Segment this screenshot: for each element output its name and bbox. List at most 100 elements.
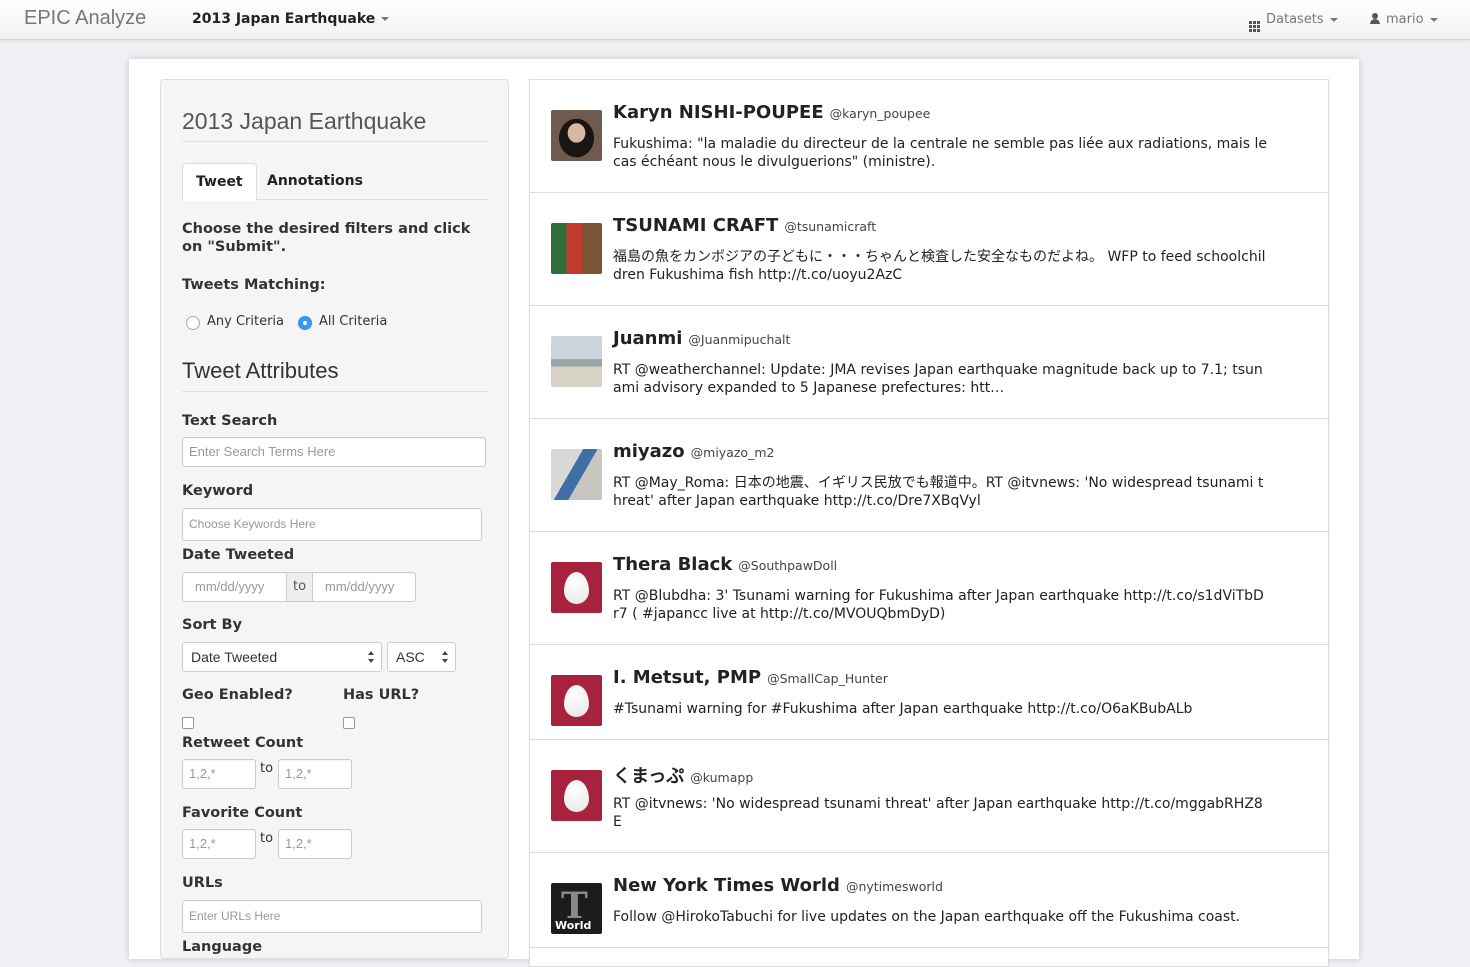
language-label: Language [182,939,263,955]
tweet-author-name: miyazo [613,441,685,462]
tweet-handle: @nytimesworld [845,879,943,894]
top-navbar: EPIC Analyze 2013 Japan Earthquake Datas… [0,0,1470,40]
tweet-list: Karyn NISHI-POUPEE @karyn_poupee Fukushim… [529,79,1329,967]
geo-enabled-label: Geo Enabled? [182,687,293,703]
sidebar-tabs: Tweet Annotations [182,163,488,201]
avatar-caption: World [555,919,592,932]
all-criteria-label: All Criteria [319,314,388,329]
tweet-card[interactable]: T World New York Times World @nytimesworl… [529,852,1329,948]
tweet-text: Follow @HirokoTabuchi for live updates o… [613,909,1241,925]
avatar [551,223,602,274]
chevron-down-icon [1329,17,1338,22]
tweet-card[interactable]: くまっぷ @kumapp RT @itvnews: 'No widespread … [529,739,1329,853]
tweet-text: #Tsunami warning for #Fukushima after Ja… [613,701,1193,717]
date-tweeted-label: Date Tweeted [182,547,295,563]
tweet-card[interactable]: Juanmi @Juanmipuchalt RT @weatherchannel:… [529,305,1329,419]
date-from-input[interactable]: mm/dd/yyyy [182,572,288,602]
text-search-input[interactable]: Enter Search Terms Here [182,437,486,467]
tweet-handle: @miyazo_m2 [690,445,775,460]
keyword-label: Keyword [182,483,254,499]
user-menu-label: mario [1386,12,1424,27]
grid-icon [1249,21,1260,32]
sort-field-select[interactable]: Date Tweeted [182,642,382,672]
tweet-card[interactable]: miyazo @miyazo_m2 RT @May_Roma: 日本の地震、イギリ… [529,418,1329,532]
tweet-author[interactable]: くまっぷ @kumapp [613,762,753,788]
tweet-author[interactable]: New York Times World @nytimesworld [613,875,943,896]
tweet-author-name: Juanmi [613,328,683,349]
tweet-text: 福島の魚をカンボジアの子どもに・・・ちゃんと検査した安全なものだよね。 WFP … [613,249,1266,283]
tweet-handle: @SmallCap_Hunter [767,671,888,686]
tweet-card[interactable]: TSUNAMI CRAFT @tsunamicraft 福島の魚をカンボジアの子ど… [529,192,1329,306]
chevron-down-icon [1429,17,1438,22]
dataset-dropdown[interactable]: 2013 Japan Earthquake [192,11,390,27]
sort-order-select[interactable]: ASC [387,642,456,672]
retweet-max-input[interactable]: 1,2,* [278,759,352,789]
urls-input[interactable]: Enter URLs Here [182,900,482,933]
tweets-matching-label: Tweets Matching: [182,277,326,293]
avatar [551,336,602,387]
tweet-author-name: くまっぷ [613,766,685,787]
all-criteria-radio[interactable] [298,316,312,330]
tweet-author[interactable]: miyazo @miyazo_m2 [613,441,774,462]
sort-field-value: Date Tweeted [191,649,278,665]
tweet-card[interactable]: Karyn NISHI-POUPEE @karyn_poupee Fukushim… [529,79,1329,193]
sort-order-value: ASC [396,649,425,665]
keyword-input[interactable]: Choose Keywords Here [182,508,482,541]
tweet-author[interactable]: Juanmi @Juanmipuchalt [613,328,790,349]
tweet-card[interactable]: Thera Black @SouthpawDoll RT @Blubdha: 3'… [529,531,1329,645]
chevron-down-icon [381,17,390,21]
date-to-separator: to [286,572,313,602]
has-url-label: Has URL? [343,687,420,703]
brand-logo[interactable]: EPIC Analyze [24,7,146,30]
retweet-count-label: Retweet Count [182,735,304,751]
filter-instructions: Choose the desired filters and click on … [182,221,471,255]
any-criteria-label: Any Criteria [207,314,285,329]
tweet-attributes-heading: Tweet Attributes [182,358,488,392]
tab-annotations[interactable]: Annotations [254,163,376,201]
urls-label: URLs [182,875,223,891]
favorite-count-label: Favorite Count [182,805,303,821]
default-egg-avatar [551,675,602,726]
text-search-label: Text Search [182,413,278,429]
avatar [551,449,602,500]
favorite-to-label: to [260,831,274,846]
datasets-menu[interactable]: Datasets [1249,12,1338,32]
tweet-author-name: Karyn NISHI-POUPEE [613,102,824,123]
tweet-author-name: TSUNAMI CRAFT [613,215,779,236]
datasets-menu-label: Datasets [1266,12,1324,27]
has-url-checkbox[interactable] [343,717,355,729]
any-criteria-radio[interactable] [186,316,200,330]
date-to-input[interactable]: mm/dd/yyyy [312,572,416,602]
avatar [551,110,602,161]
tweet-handle: @kumapp [690,770,754,785]
tweet-text: RT @weatherchannel: Update: JMA revises … [613,362,1263,396]
sidebar-title: 2013 Japan Earthquake [182,108,488,142]
tweet-author[interactable]: Thera Black @SouthpawDoll [613,554,837,575]
tweet-text: Fukushima: "la maladie du directeur de l… [613,136,1268,170]
favorite-max-input[interactable]: 1,2,* [278,829,352,859]
tweet-card[interactable] [529,947,1329,967]
default-egg-avatar [551,562,602,613]
user-icon [1370,13,1380,24]
tweet-card[interactable]: I. Metsut, PMP @SmallCap_Hunter #Tsunami … [529,644,1329,740]
tweet-author-name: I. Metsut, PMP [613,667,762,688]
tweet-text: RT @itvnews: 'No widespread tsunami thre… [613,796,1263,830]
tweet-author-name: Thera Black [613,554,733,575]
geo-enabled-checkbox[interactable] [182,717,194,729]
tweet-author-name: New York Times World [613,875,840,896]
tweet-handle: @karyn_poupee [829,106,931,121]
tweet-handle: @SouthpawDoll [738,558,838,573]
tweet-author[interactable]: Karyn NISHI-POUPEE @karyn_poupee [613,102,930,123]
filter-sidebar: 2013 Japan Earthquake Tweet Annotations … [160,79,509,959]
retweet-to-label: to [260,761,274,776]
user-menu[interactable]: mario [1370,12,1438,27]
tab-tweet[interactable]: Tweet [182,163,257,201]
favorite-min-input[interactable]: 1,2,* [182,829,256,859]
tweet-author[interactable]: TSUNAMI CRAFT @tsunamicraft [613,215,876,236]
avatar: T World [551,883,602,934]
tweet-author[interactable]: I. Metsut, PMP @SmallCap_Hunter [613,667,888,688]
tweet-handle: @Juanmipuchalt [688,332,791,347]
retweet-min-input[interactable]: 1,2,* [182,759,256,789]
tweet-text: RT @Blubdha: 3' Tsunami warning for Fuku… [613,588,1264,622]
select-arrows-icon [442,651,449,663]
